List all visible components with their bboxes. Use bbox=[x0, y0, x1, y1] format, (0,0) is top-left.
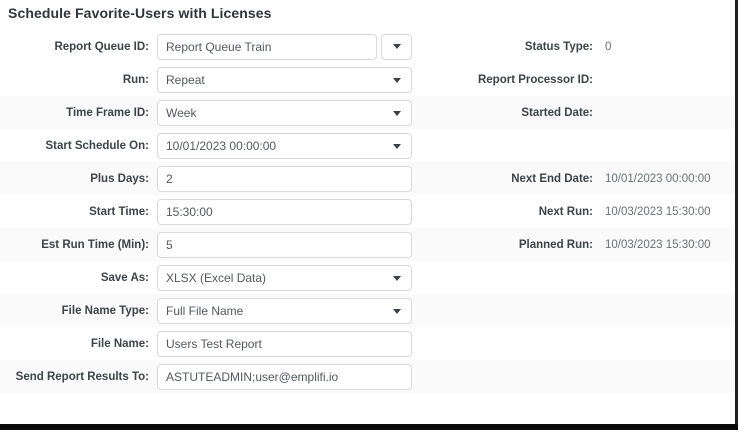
chevron-down-icon bbox=[393, 44, 401, 49]
form-row-start-schedule-on: Start Schedule On: 10/01/2023 00:00:00 bbox=[0, 129, 735, 162]
start-time-input[interactable] bbox=[157, 199, 412, 225]
form-row-send-report-results-to: Send Report Results To: bbox=[0, 360, 735, 393]
form-row-report-queue-id: Report Queue ID: Status Type: 0 bbox=[0, 30, 735, 63]
report-queue-id-input[interactable] bbox=[157, 34, 377, 60]
form-row-save-as: Save As: XLSX (Excel Data) bbox=[0, 261, 735, 294]
form-row-file-name-type: File Name Type: Full File Name bbox=[0, 294, 735, 327]
label-send-report-results-to: Send Report Results To: bbox=[0, 370, 149, 384]
label-report-processor-id: Report Processor ID: bbox=[412, 74, 593, 86]
page-title: Schedule Favorite-Users with Licenses bbox=[8, 5, 272, 21]
window-border-right bbox=[735, 0, 738, 430]
label-next-run: Next Run: bbox=[412, 206, 593, 218]
label-next-end-date: Next End Date: bbox=[412, 173, 593, 185]
save-as-select-value: XLSX (Excel Data) bbox=[166, 271, 266, 285]
file-name-type-select-value: Full File Name bbox=[166, 304, 243, 318]
chevron-down-icon bbox=[393, 144, 401, 149]
label-status-type: Status Type: bbox=[412, 41, 593, 53]
label-file-name-type: File Name Type: bbox=[0, 304, 149, 318]
label-planned-run: Planned Run: bbox=[412, 239, 593, 251]
status-type-value: 0 bbox=[605, 41, 611, 53]
label-report-queue-id: Report Queue ID: bbox=[0, 40, 149, 54]
form-row-run: Run: Repeat Report Processor ID: bbox=[0, 63, 735, 96]
start-schedule-on-select[interactable]: 10/01/2023 00:00:00 bbox=[157, 133, 412, 159]
planned-run-value: 10/03/2023 15:30:00 bbox=[605, 239, 711, 251]
report-queue-id-dropdown-button[interactable] bbox=[381, 34, 412, 60]
label-start-schedule-on: Start Schedule On: bbox=[0, 139, 149, 153]
label-file-name: File Name: bbox=[0, 337, 149, 351]
chevron-down-icon bbox=[393, 309, 401, 314]
next-run-value: 10/03/2023 15:30:00 bbox=[605, 206, 711, 218]
label-plus-days: Plus Days: bbox=[0, 172, 149, 186]
form-row-file-name: File Name: bbox=[0, 327, 735, 360]
est-run-time-input[interactable] bbox=[157, 232, 412, 258]
next-end-date-value: 10/01/2023 00:00:00 bbox=[605, 173, 711, 185]
report-queue-id-combobox bbox=[157, 34, 412, 60]
label-est-run-time: Est Run Time (Min): bbox=[0, 238, 149, 252]
chevron-down-icon bbox=[393, 276, 401, 281]
chevron-down-icon bbox=[393, 78, 401, 83]
label-started-date: Started Date: bbox=[412, 107, 593, 119]
label-time-frame-id: Time Frame ID: bbox=[0, 106, 149, 120]
file-name-input[interactable] bbox=[157, 331, 412, 357]
run-select-value: Repeat bbox=[166, 73, 205, 87]
form-rows: Report Queue ID: Status Type: 0 Run: Rep… bbox=[0, 30, 735, 393]
label-start-time: Start Time: bbox=[0, 205, 149, 219]
window-border-bottom bbox=[0, 424, 738, 430]
send-report-results-to-input[interactable] bbox=[157, 364, 412, 390]
label-save-as: Save As: bbox=[0, 271, 149, 285]
time-frame-id-select-value: Week bbox=[166, 106, 196, 120]
save-as-select[interactable]: XLSX (Excel Data) bbox=[157, 265, 412, 291]
form-row-est-run-time: Est Run Time (Min): Planned Run: 10/03/2… bbox=[0, 228, 735, 261]
label-run: Run: bbox=[0, 73, 149, 87]
form-row-time-frame-id: Time Frame ID: Week Started Date: bbox=[0, 96, 735, 129]
start-schedule-on-select-value: 10/01/2023 00:00:00 bbox=[166, 139, 276, 153]
plus-days-input[interactable] bbox=[157, 166, 412, 192]
form-row-plus-days: Plus Days: Next End Date: 10/01/2023 00:… bbox=[0, 162, 735, 195]
run-select[interactable]: Repeat bbox=[157, 67, 412, 93]
schedule-report-panel: Schedule Favorite-Users with Licenses Re… bbox=[0, 0, 740, 432]
form-row-start-time: Start Time: Next Run: 10/03/2023 15:30:0… bbox=[0, 195, 735, 228]
chevron-down-icon bbox=[393, 111, 401, 116]
file-name-type-select[interactable]: Full File Name bbox=[157, 298, 412, 324]
time-frame-id-select[interactable]: Week bbox=[157, 100, 412, 126]
